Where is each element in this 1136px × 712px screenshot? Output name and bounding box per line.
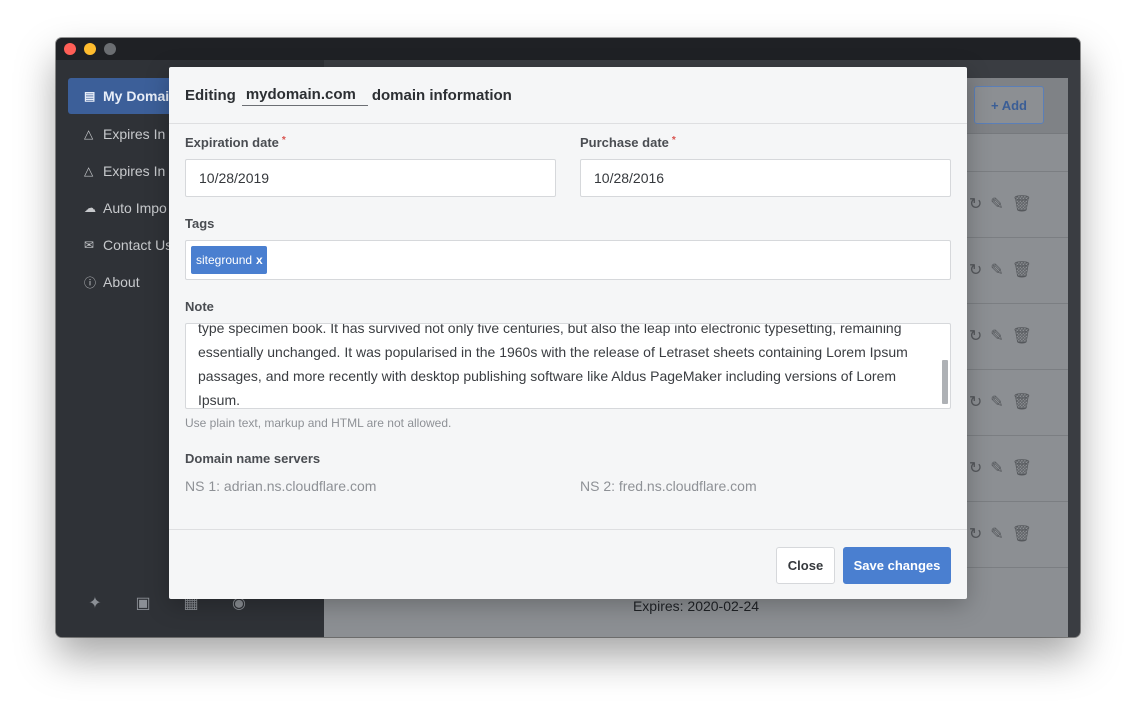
ns1-value: NS 1: adrian.ns.cloudflare.com <box>185 478 377 494</box>
note-text: type specimen book. It has survived not … <box>198 323 908 408</box>
tag-label: siteground <box>196 253 253 267</box>
purchase-date-label: Purchase date * <box>580 135 676 150</box>
twitter-icon[interactable]: ✦ <box>84 593 106 615</box>
note-label: Note <box>185 299 214 314</box>
row-action-icons[interactable]: ↻✎🗑 <box>969 326 1040 346</box>
book-icon: ▤ <box>84 89 96 103</box>
warning-icon: △ <box>84 127 94 141</box>
cloud-download-icon: ☁ <box>84 201 96 215</box>
expiration-date-input[interactable]: 10/28/2019 <box>185 159 556 197</box>
row-action-icons[interactable]: ↻✎🗑 <box>969 260 1040 280</box>
add-domain-button[interactable]: + Add <box>974 86 1044 124</box>
required-mark: * <box>671 135 676 146</box>
ns2-value: NS 2: fred.ns.cloudflare.com <box>580 478 757 494</box>
row-action-icons[interactable]: ↻✎🗑 <box>969 194 1040 214</box>
row-action-icons[interactable]: ↻✎🗑 <box>969 392 1040 412</box>
modal-title-suffix: domain information <box>371 86 512 104</box>
purchase-date-input[interactable]: 10/28/2016 <box>580 159 951 197</box>
row-action-icons[interactable]: ↻✎🗑 <box>969 524 1040 544</box>
modal-title-prefix: Editing <box>185 86 236 104</box>
sidebar-item-label: Expires In 3 <box>103 126 177 142</box>
sidebar-item-label: My Domai <box>103 88 170 104</box>
domain-name-input[interactable] <box>241 84 368 106</box>
required-mark: * <box>281 135 286 146</box>
question-circle-icon: ⓘ <box>84 275 97 290</box>
sidebar-item-label: Expires In 6 <box>103 163 177 179</box>
warning-icon: △ <box>84 164 94 178</box>
close-button[interactable]: Close <box>776 547 835 584</box>
name-servers-label: Domain name servers <box>185 451 321 466</box>
maximize-window-button[interactable] <box>104 43 116 55</box>
tag-chip: siteground x <box>191 246 267 274</box>
sidebar-item-label: Auto Impo <box>103 200 167 216</box>
close-window-button[interactable] <box>64 43 76 55</box>
title-bar <box>56 38 1080 60</box>
modal-header: Editing domain information <box>169 67 967 124</box>
sidebar-item-label: Contact Us <box>103 237 173 253</box>
sidebar-item-label: About <box>103 274 140 290</box>
save-changes-button[interactable]: Save changes <box>843 547 951 584</box>
tags-input[interactable]: siteground x <box>185 240 951 280</box>
tag-remove-button[interactable]: x <box>256 253 263 267</box>
envelope-icon: ✉ <box>84 238 95 252</box>
edit-domain-modal: Editing domain information Expiration da… <box>169 67 967 599</box>
note-help-text: Use plain text, markup and HTML are not … <box>185 416 452 430</box>
minimize-window-button[interactable] <box>84 43 96 55</box>
row-action-icons[interactable]: ↻✎🗑 <box>969 458 1040 478</box>
tags-label: Tags <box>185 216 215 231</box>
note-scrollbar[interactable] <box>942 360 948 404</box>
expires-text: Expires: 2020-02-24 <box>632 598 760 614</box>
instagram-icon[interactable]: ▣ <box>132 593 154 615</box>
note-textarea[interactable]: type specimen book. It has survived not … <box>185 323 951 409</box>
expiration-date-label: Expiration date * <box>185 135 286 150</box>
modal-footer: Close Save changes <box>169 529 967 599</box>
